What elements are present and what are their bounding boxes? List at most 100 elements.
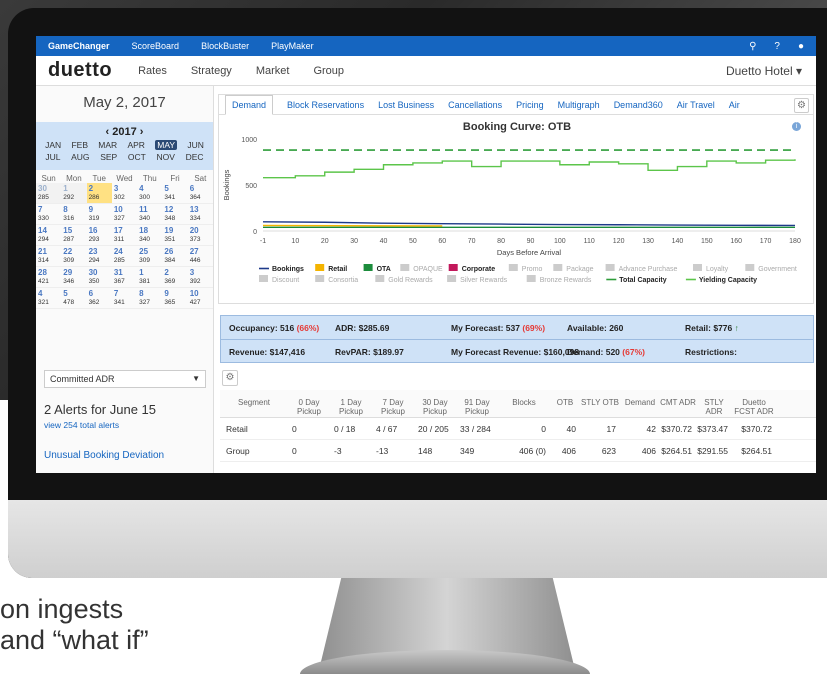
calendar-day[interactable]: 19 351 [162,225,187,245]
month-feb[interactable]: FEB [71,140,88,150]
tab-demand360[interactable]: Demand360 [614,100,663,110]
legend-label[interactable]: Gold Rewards [388,277,433,284]
calendar-day[interactable]: 29 346 [61,267,86,287]
calendar-day[interactable]: 26 384 [162,246,187,266]
calendar-day[interactable]: 8 327 [137,288,162,308]
month-nov[interactable]: NOV [157,152,175,162]
month-may[interactable]: MAY [155,140,178,150]
legend-label[interactable]: Bronze Rewards [540,277,592,284]
legend-label[interactable]: Promo [522,266,543,273]
calendar-day[interactable]: 12 348 [162,204,187,224]
legend-label[interactable]: Loyalty [706,266,729,273]
table-row[interactable]: Group 0 -3 -13 148 349 406 (0) 406 623 406 $264.51… [220,440,816,462]
legend-label[interactable]: OPAQUE [413,266,443,273]
calendar-day[interactable]: 7 341 [112,288,137,308]
committed-adr-select[interactable]: Committed ADR ▼ [44,370,206,388]
tab-block-reservations[interactable]: Block Reservations [287,100,364,110]
month-sep[interactable]: SEP [100,152,117,162]
calendar-day[interactable]: 30 285 [36,183,62,203]
table-header-cell[interactable]: 1 Day Pickup [330,390,372,417]
table-header-cell[interactable]: Segment [220,390,288,417]
legend-label[interactable]: Silver Rewards [460,277,508,284]
calendar-day[interactable]: 27 446 [188,246,213,266]
table-header-cell[interactable]: 91 Day Pickup [456,390,498,417]
legend-label[interactable]: Package [566,266,593,273]
tab-pricing[interactable]: Pricing [516,100,544,110]
calendar-day[interactable]: 2 286 [86,183,112,203]
gear-icon[interactable]: ⚙ [794,98,809,113]
search-icon[interactable]: ⚲ [749,41,756,52]
year-selector[interactable]: ‹ 2017 › [36,126,213,138]
month-dec[interactable]: DEC [186,152,204,162]
help-icon[interactable]: ? [774,41,780,52]
user-icon[interactable]: ● [798,41,804,52]
calendar-day[interactable]: 21 314 [36,246,61,266]
calendar-day[interactable]: 6 362 [87,288,112,308]
hotel-selector[interactable]: Duetto Hotel ▾ [726,64,816,78]
info-icon[interactable]: i [792,122,801,131]
calendar-day[interactable]: 1 381 [137,267,162,287]
table-header-cell[interactable]: 30 Day Pickup [414,390,456,417]
table-header-cell[interactable]: Demand [620,390,660,417]
calendar-day[interactable]: 1 292 [61,183,87,203]
tab-lost-business[interactable]: Lost Business [378,100,434,110]
product-gamechanger[interactable]: GameChanger [48,41,110,51]
table-header-cell[interactable]: Duetto FCST ADR [732,390,776,417]
calendar-day[interactable]: 9 365 [162,288,187,308]
month-aug[interactable]: AUG [71,152,89,162]
view-alerts-link[interactable]: view 254 total alerts [44,420,119,430]
table-header-cell[interactable]: 0 Day Pickup [288,390,330,417]
calendar-day[interactable]: 10 327 [112,204,137,224]
month-oct[interactable]: OCT [128,152,146,162]
table-header-cell[interactable]: STLY ADR [696,390,732,417]
calendar-day[interactable]: 28 421 [36,267,61,287]
table-header-cell[interactable]: OTB [550,390,580,417]
calendar-day[interactable]: 13 334 [188,204,213,224]
month-jun[interactable]: JUN [187,140,204,150]
tab-cancellations[interactable]: Cancellations [448,100,502,110]
legend-label[interactable]: OTA [377,266,391,273]
calendar-day[interactable]: 10 427 [188,288,213,308]
calendar-day[interactable]: 15 287 [61,225,86,245]
calendar-day[interactable]: 3 302 [112,183,137,203]
calendar-day[interactable]: 6 364 [188,183,213,203]
month-mar[interactable]: MAR [98,140,117,150]
calendar-day[interactable]: 25 309 [137,246,162,266]
calendar-day[interactable]: 23 294 [87,246,112,266]
product-blockbuster[interactable]: BlockBuster [201,41,249,51]
calendar-day[interactable]: 17 311 [112,225,137,245]
calendar-day[interactable]: 5 341 [162,183,187,203]
legend-label[interactable]: Corporate [462,266,496,273]
calendar-day[interactable]: 7 330 [36,204,61,224]
table-header-cell[interactable]: 7 Day Pickup [372,390,414,417]
legend-label[interactable]: Total Capacity [619,277,666,284]
legend-label[interactable]: Advance Purchase [619,266,678,273]
month-apr[interactable]: APR [127,140,144,150]
nav-group[interactable]: Group [313,65,344,77]
table-header-cell[interactable]: CMT ADR [660,390,696,417]
calendar-day[interactable]: 11 340 [137,204,162,224]
calendar-day[interactable]: 31 367 [112,267,137,287]
calendar-day[interactable]: 24 285 [112,246,137,266]
product-playmaker[interactable]: PlayMaker [271,41,314,51]
table-header-cell[interactable]: Blocks [498,390,550,417]
tab-air[interactable]: Air [729,100,740,110]
tab-demand[interactable]: Demand [225,94,274,115]
product-scoreboard[interactable]: ScoreBoard [132,41,180,51]
month-jul[interactable]: JUL [45,152,60,162]
alert-item[interactable]: Unusual Booking Deviation [44,450,164,461]
nav-rates[interactable]: Rates [138,65,167,77]
calendar-day[interactable]: 20 373 [188,225,213,245]
calendar-day[interactable]: 16 293 [87,225,112,245]
legend-label[interactable]: Consortia [328,277,358,284]
tab-air-travel[interactable]: Air Travel [677,100,715,110]
nav-strategy[interactable]: Strategy [191,65,232,77]
legend-label[interactable]: Discount [272,277,299,284]
tab-multigraph[interactable]: Multigraph [558,100,600,110]
calendar-day[interactable]: 3 392 [188,267,213,287]
legend-label[interactable]: Yielding Capacity [699,277,757,284]
calendar-day[interactable]: 5 478 [61,288,86,308]
gear-icon[interactable]: ⚙ [222,370,238,386]
calendar-day[interactable]: 30 350 [87,267,112,287]
legend-label[interactable]: Retail [328,266,347,273]
